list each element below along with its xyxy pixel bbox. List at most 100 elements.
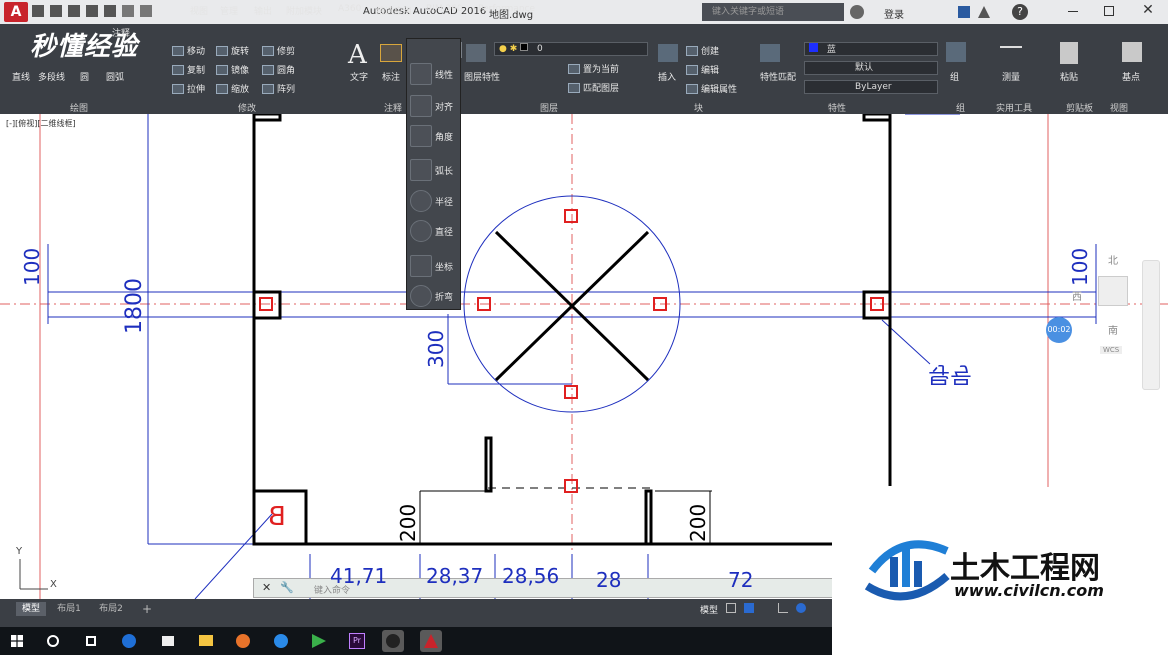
layer-properties-button[interactable]: 图层特性 bbox=[464, 70, 500, 83]
new-icon[interactable] bbox=[32, 5, 44, 17]
tab-performance[interactable]: Performance bbox=[478, 4, 535, 14]
edit-block-button[interactable]: 编辑 bbox=[686, 63, 719, 76]
modify-panel-label[interactable]: 修改 bbox=[238, 101, 256, 114]
maximize-button[interactable] bbox=[1104, 6, 1114, 16]
line-button[interactable]: 直线 bbox=[12, 70, 30, 83]
browser-icon[interactable] bbox=[270, 630, 292, 652]
insert-button[interactable]: 插入 bbox=[658, 70, 676, 83]
search-taskbar-icon[interactable] bbox=[42, 630, 64, 652]
layout-tab-2[interactable]: 布局2 bbox=[94, 602, 128, 616]
print-icon[interactable] bbox=[104, 5, 116, 17]
polar-icon[interactable] bbox=[796, 603, 806, 613]
set-current-button[interactable]: 置为当前 bbox=[568, 62, 619, 75]
polyline-button[interactable]: 多段线 bbox=[38, 70, 65, 83]
tab-featured[interactable]: 精选应用 bbox=[376, 4, 412, 17]
autocad-taskbar-icon[interactable] bbox=[420, 630, 442, 652]
create-block-button[interactable]: 创建 bbox=[686, 44, 719, 57]
task-view-icon[interactable] bbox=[80, 630, 102, 652]
login-link[interactable]: 登录 bbox=[884, 6, 904, 21]
user-icon[interactable] bbox=[850, 5, 864, 19]
linetype-combo[interactable]: 默认 bbox=[804, 61, 938, 75]
tab-bim360[interactable]: BIM 360 bbox=[426, 4, 463, 14]
saveas-icon[interactable] bbox=[86, 5, 98, 17]
match-properties-button[interactable]: 特性匹配 bbox=[760, 70, 796, 83]
add-layout-button[interactable]: + bbox=[140, 602, 154, 616]
windows-start-icon[interactable] bbox=[6, 630, 28, 652]
compass-north[interactable]: 北 bbox=[1108, 252, 1118, 267]
group-button[interactable]: 组 bbox=[950, 70, 959, 83]
viewcube-top-face[interactable] bbox=[1098, 276, 1128, 306]
ortho-icon[interactable] bbox=[778, 603, 788, 613]
arc-button[interactable]: 圆弧 bbox=[106, 70, 124, 83]
annotation-panel-label[interactable]: 注释 bbox=[384, 101, 402, 114]
tab-view[interactable]: 视图 bbox=[190, 4, 208, 17]
lineweight-combo[interactable]: ByLayer bbox=[804, 80, 938, 94]
autocad-logo[interactable]: A bbox=[4, 2, 28, 22]
wcs-menu[interactable]: WCS bbox=[1100, 346, 1123, 354]
match-layer-button[interactable]: 匹配图层 bbox=[568, 81, 619, 94]
model-space-button[interactable]: 模型 bbox=[700, 603, 718, 616]
menu-item-linear[interactable]: 线性 bbox=[410, 61, 460, 87]
clipboard-panel-label[interactable]: 剪贴板 bbox=[1066, 101, 1093, 114]
text-button[interactable]: 文字 bbox=[350, 70, 368, 83]
edge-icon[interactable] bbox=[118, 630, 140, 652]
dimension-button[interactable]: 标注 bbox=[382, 70, 400, 83]
grid-icon[interactable] bbox=[726, 603, 736, 613]
layout-tab-model[interactable]: 模型 bbox=[16, 602, 46, 616]
compass-west[interactable]: 西 bbox=[1072, 288, 1082, 303]
rotate-button[interactable]: 旋转 bbox=[216, 44, 249, 57]
help-icon[interactable]: ? bbox=[1012, 4, 1028, 20]
color-combo[interactable]: 蓝 bbox=[804, 42, 938, 56]
minimize-button[interactable] bbox=[1068, 11, 1078, 12]
menu-item-diameter[interactable]: 直径 bbox=[410, 218, 460, 244]
a360-icon[interactable] bbox=[978, 6, 990, 18]
layer-combo[interactable]: ● ✱ 0 bbox=[494, 42, 648, 56]
draw-panel-label[interactable]: 绘图 bbox=[70, 101, 88, 114]
wrench-icon[interactable]: 🔧 bbox=[280, 581, 294, 594]
menu-item-angular[interactable]: 角度 bbox=[410, 123, 460, 149]
menu-item-ordinate[interactable]: 坐标 bbox=[410, 253, 460, 279]
tab-addins[interactable]: 附加模块 bbox=[286, 4, 322, 17]
tab-output[interactable]: 输出 bbox=[254, 4, 272, 17]
utilities-panel-label[interactable]: 实用工具 bbox=[996, 101, 1032, 114]
close-button[interactable]: ✕ bbox=[1140, 2, 1156, 20]
view-panel-label[interactable]: 视图 bbox=[1110, 101, 1128, 114]
properties-panel-label[interactable]: 特性 bbox=[828, 101, 846, 114]
snap-icon[interactable] bbox=[744, 603, 754, 613]
tab-a360[interactable]: A360 bbox=[338, 4, 361, 14]
player-icon[interactable] bbox=[308, 630, 330, 652]
menu-item-jogged[interactable]: 折弯 bbox=[410, 283, 460, 309]
premiere-icon[interactable]: Pr bbox=[346, 630, 368, 652]
measure-button[interactable]: 测量 bbox=[1002, 70, 1020, 83]
base-point-button[interactable]: 基点 bbox=[1122, 70, 1140, 83]
menu-item-radius[interactable]: 半径 bbox=[410, 188, 460, 214]
navigation-bar[interactable] bbox=[1142, 260, 1160, 390]
exchange-icon[interactable] bbox=[958, 6, 970, 18]
edit-attributes-button[interactable]: 编辑属性 bbox=[686, 82, 737, 95]
compass-south[interactable]: 南 bbox=[1108, 322, 1118, 337]
circle-button[interactable]: 圆 bbox=[80, 70, 89, 83]
recording-app-icon[interactable] bbox=[382, 630, 404, 652]
redo-icon[interactable] bbox=[140, 5, 152, 17]
search-box[interactable]: 键入关键字或短语 bbox=[702, 3, 844, 21]
stretch-button[interactable]: 拉伸 bbox=[172, 82, 205, 95]
firefox-icon[interactable] bbox=[232, 630, 254, 652]
move-button[interactable]: 移动 bbox=[172, 44, 205, 57]
tab-manage[interactable]: 管理 bbox=[220, 4, 238, 17]
open-icon[interactable] bbox=[50, 5, 62, 17]
trim-button[interactable]: 修剪 bbox=[262, 44, 295, 57]
block-panel-label[interactable]: 块 bbox=[694, 101, 703, 114]
mail-icon[interactable] bbox=[156, 630, 178, 652]
save-icon[interactable] bbox=[68, 5, 80, 17]
array-button[interactable]: 阵列 bbox=[262, 82, 295, 95]
copy-button[interactable]: 复制 bbox=[172, 63, 205, 76]
mirror-button[interactable]: 镜像 bbox=[216, 63, 249, 76]
tab-annotate[interactable]: 注释 bbox=[112, 26, 130, 39]
undo-icon[interactable] bbox=[122, 5, 134, 17]
layout-tab-1[interactable]: 布局1 bbox=[52, 602, 86, 616]
quick-access-toolbar[interactable] bbox=[32, 5, 192, 19]
layers-panel-label[interactable]: 图层 bbox=[540, 101, 558, 114]
explorer-icon[interactable] bbox=[194, 630, 216, 652]
menu-item-aligned[interactable]: 对齐 bbox=[410, 93, 460, 119]
menu-item-arc-length[interactable]: 弧长 bbox=[410, 157, 460, 183]
